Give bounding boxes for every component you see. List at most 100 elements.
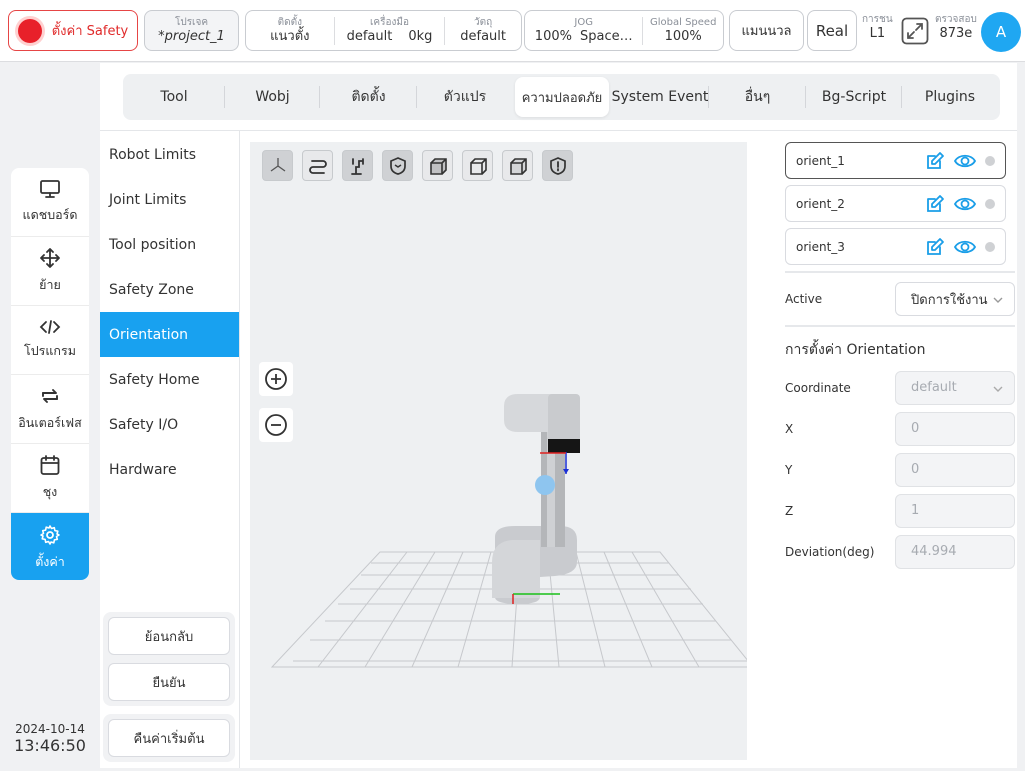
z-row: Z 1 [785,490,1015,531]
object-value: default [460,28,507,44]
safety-settings-button[interactable]: ตั้งค่า Safety [8,10,138,51]
checksum-display: ตรวจสอบ 873e [935,14,977,42]
y-label: Y [785,462,793,477]
nav-interface[interactable]: อินเตอร์เฟส [11,375,89,444]
z-input[interactable]: 1 [895,493,1015,528]
nav-move-label: ย้าย [39,277,61,292]
collision-level[interactable]: การชน L1 [862,14,893,42]
status-dot [985,199,995,209]
tab-bg-script[interactable]: Bg-Script [806,74,902,120]
current-date: 2024-10-14 [15,722,85,736]
edit-icon[interactable] [925,151,945,171]
installation-group[interactable]: ติดตั้ง แนวตั้ง เครื่องมือ default 0kg ว… [245,10,522,51]
project-value: *project_1 [158,28,225,44]
object-label: วัตถุ [474,16,493,28]
deviation-row: Deviation(deg) 44.994 [785,531,1015,572]
submenu-safety-zone[interactable]: Safety Zone [100,267,239,312]
tool-segment[interactable]: เครื่องมือ default 0kg [335,11,445,50]
section-title: การตั้งค่า Orientation [785,342,926,358]
project-selector[interactable]: โปรเจค *project_1 [144,10,239,51]
nav-program-label: โปรแกรม [24,343,76,358]
left-navigation: แดชบอร์ด ย้าย โปรแกรม อินเตอร์เฟส ชุง ตั… [11,168,89,580]
tool-label: เครื่องมือ [370,16,409,28]
submenu-robot-limits[interactable]: Robot Limits [100,132,239,177]
jog-label: JOG [574,16,593,28]
nav-schedule-label: ชุง [42,484,58,499]
edit-icon[interactable] [925,237,945,257]
safety-status-indicator [17,18,42,43]
nav-settings-label: ตั้งค่า [35,553,65,569]
nav-move[interactable]: ย้าย [11,237,89,306]
eye-icon[interactable] [953,238,977,256]
submenu-safety-io[interactable]: Safety I/O [100,402,239,447]
back-button[interactable]: ย้อนกลับ [108,617,230,655]
project-label: โปรเจค [174,16,209,28]
tab-system-event[interactable]: System Event [611,74,709,120]
collision-level-label: การชน [862,14,893,25]
action-button-group: ย้อนกลับ ยืนยัน [103,612,235,706]
install-value: แนวตั้ง [270,28,310,44]
tab-variables[interactable]: ตัวแปร [417,74,513,120]
orientation-item[interactable]: orient_1 [785,142,1006,179]
object-segment[interactable]: วัตถุ default [445,11,521,50]
tab-install[interactable]: ติดตั้ง [320,74,417,120]
active-row: Active ปิดการใช้งาน [785,273,1015,325]
robot-3d-view[interactable] [250,142,747,760]
speed-value: 100% [664,28,702,44]
coordinate-select[interactable]: default [895,370,1015,405]
edit-icon[interactable] [925,194,945,214]
coordinate-select-value: default [911,380,957,395]
checksum-label: ตรวจสอบ [935,14,977,25]
monitor-icon [40,180,60,198]
deviation-input[interactable]: 44.994 [895,534,1015,569]
orientation-item[interactable]: orient_2 [785,185,1006,222]
safety-submenu: Robot Limits Joint Limits Tool position … [100,132,239,492]
user-avatar[interactable]: A [981,12,1021,52]
real-mode-button[interactable]: Real [807,10,857,51]
orientation-settings-panel: orient_1 orient_2 orient_3 Active ปิดการ… [785,142,1015,572]
nav-program[interactable]: โปรแกรม [11,306,89,375]
tool-value: default [346,28,393,44]
submenu-hardware[interactable]: Hardware [100,447,239,492]
nav-schedule[interactable]: ชุง [11,444,89,513]
install-segment[interactable]: ติดตั้ง แนวตั้ง [246,11,334,50]
tab-safety[interactable]: ความปลอดภัย [515,77,609,117]
nav-dashboard[interactable]: แดชบอร์ด [11,168,89,237]
jog-segment[interactable]: JOG 100% Space… [525,11,642,50]
y-row: Y 0 [785,449,1015,490]
manual-mode-button[interactable]: แมนนวล [729,10,804,51]
deviation-label: Deviation(deg) [785,544,875,559]
x-row: X 0 [785,408,1015,449]
tab-wobj[interactable]: Wobj [225,74,320,120]
submenu-joint-limits[interactable]: Joint Limits [100,177,239,222]
submenu-orientation[interactable]: Orientation [100,312,239,357]
top-bar: ตั้งค่า Safety โปรเจค *project_1 ติดตั้ง… [0,0,1025,62]
y-input[interactable]: 0 [895,452,1015,487]
jog-speed-group[interactable]: JOG 100% Space… Global Speed 100% [524,10,724,51]
active-select-value: ปิดการใช้งาน [911,292,988,308]
datetime-display: 2024-10-14 13:46:50 [0,722,100,755]
chevron-down-icon [993,386,1003,392]
reset-defaults-button[interactable]: คืนค่าเริ่มต้น [108,719,230,757]
nav-interface-label: อินเตอร์เฟส [18,415,82,430]
speed-segment[interactable]: Global Speed 100% [643,11,723,50]
orientation-name: orient_2 [796,196,845,211]
nav-settings[interactable]: ตั้งค่า [11,513,89,580]
tab-others[interactable]: อื่นๆ [709,74,806,120]
tool-weight: 0kg [408,28,433,44]
z-label: Z [785,503,794,518]
speed-label: Global Speed [649,16,717,28]
submenu-safety-home[interactable]: Safety Home [100,357,239,402]
orientation-item[interactable]: orient_3 [785,228,1006,265]
eye-icon[interactable] [953,152,977,170]
tab-tool[interactable]: Tool [123,74,225,120]
submenu-tool-position[interactable]: Tool position [100,222,239,267]
eye-icon[interactable] [953,195,977,213]
confirm-button[interactable]: ยืนยัน [108,663,230,701]
x-label: X [785,421,794,436]
active-label: Active [785,292,823,306]
tab-plugins[interactable]: Plugins [902,74,998,120]
expand-icon[interactable] [901,17,929,45]
active-select[interactable]: ปิดการใช้งาน [895,282,1015,316]
x-input[interactable]: 0 [895,411,1015,446]
